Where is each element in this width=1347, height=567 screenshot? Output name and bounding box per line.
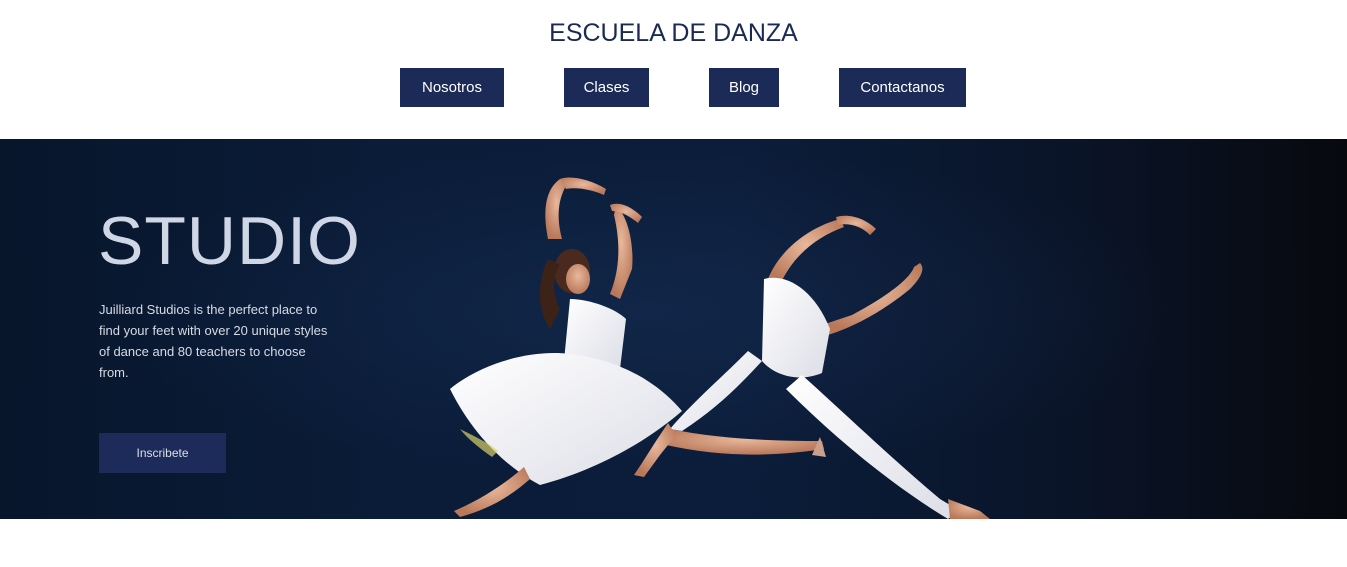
inscribete-button[interactable]: Inscribete xyxy=(99,433,226,473)
hero-banner: STUDIO Juilliard Studios is the perfect … xyxy=(0,139,1347,519)
site-title: ESCUELA DE DANZA xyxy=(549,19,798,47)
nav-clases-button[interactable]: Clases xyxy=(564,68,649,107)
site-header: ESCUELA DE DANZA Nosotros Clases Blog Co… xyxy=(0,0,1347,139)
hero-description: Juilliard Studios is the perfect place t… xyxy=(99,302,328,380)
dancers-image xyxy=(450,177,990,519)
nav-nosotros-button[interactable]: Nosotros xyxy=(400,68,504,107)
nav-blog-button[interactable]: Blog xyxy=(709,68,779,107)
nav-contactanos-button[interactable]: Contactanos xyxy=(839,68,966,107)
hero-title: STUDIO xyxy=(98,203,361,279)
